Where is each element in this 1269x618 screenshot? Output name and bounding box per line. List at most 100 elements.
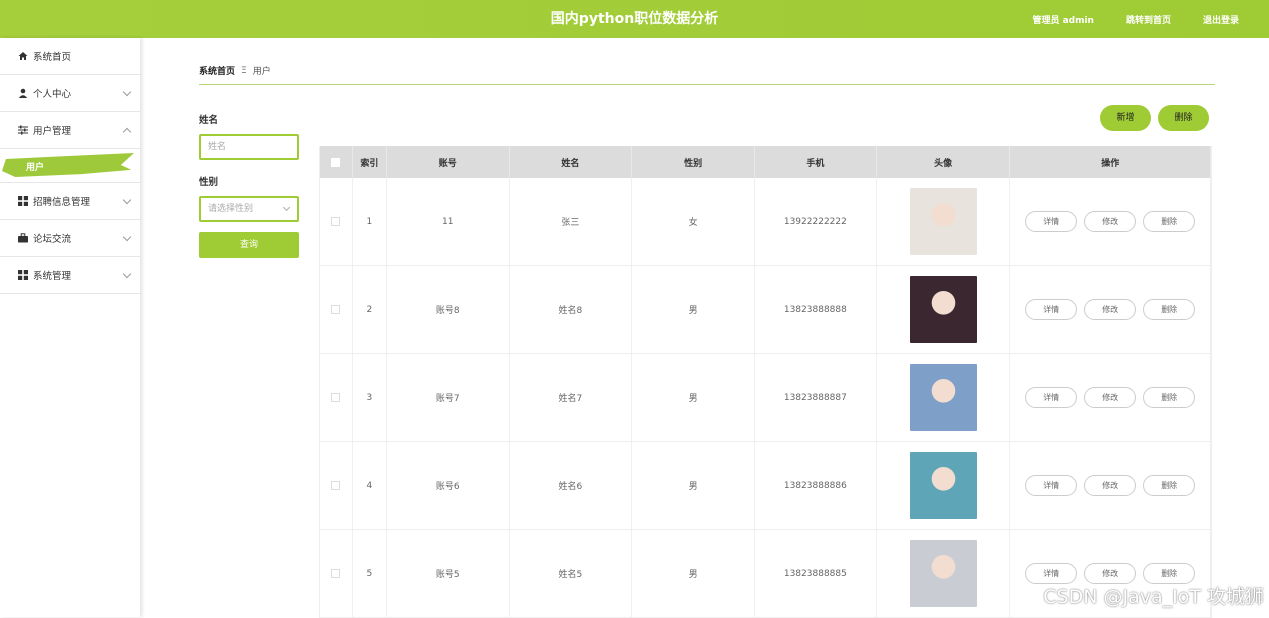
top-header: 国内python职位数据分析 管理员 admin 跳转到首页 退出登录 <box>0 0 1269 38</box>
goto-frontend-link[interactable]: 跳转到首页 <box>1126 13 1171 26</box>
sidebar-item-user-management[interactable]: 用户管理 <box>0 112 140 149</box>
sidebar-subitem-users[interactable]: 用户 <box>0 149 140 183</box>
cell-account: 账号6 <box>387 442 510 529</box>
row-checkbox[interactable] <box>331 305 340 314</box>
avatar <box>910 364 977 431</box>
chevron-up-icon <box>123 128 131 136</box>
name-label: 姓名 <box>199 112 299 126</box>
sidebar-item-label: 论坛交流 <box>33 231 71 245</box>
sidebar-item-label: 系统管理 <box>33 268 71 282</box>
detail-button[interactable]: 详情 <box>1025 475 1077 496</box>
row-checkbox[interactable] <box>331 569 340 578</box>
detail-button[interactable]: 详情 <box>1025 211 1077 232</box>
column-header: 操作 <box>1010 146 1211 178</box>
cell-gender: 男 <box>632 354 755 441</box>
cell-index: 4 <box>353 442 387 529</box>
select-all-cell <box>320 146 353 178</box>
active-highlight <box>2 153 134 177</box>
table-row: 1 11 张三 女 13922222222 详情 修改 删除 <box>320 178 1211 266</box>
cell-name: 姓名6 <box>510 442 633 529</box>
cell-account: 账号7 <box>387 354 510 441</box>
row-checkbox[interactable] <box>331 393 340 402</box>
cell-index: 3 <box>353 354 387 441</box>
table-header: 索引 账号 姓名 性别 手机 头像 操作 <box>320 146 1211 178</box>
cell-index: 2 <box>353 266 387 353</box>
cell-phone: 13823888886 <box>755 442 877 529</box>
query-button[interactable]: 查询 <box>199 232 299 258</box>
edit-button[interactable]: 修改 <box>1084 563 1136 584</box>
sidebar-item-label: 个人中心 <box>33 86 71 100</box>
header-actions: 管理员 admin 跳转到首页 退出登录 <box>1032 0 1239 38</box>
sidebar-subitem-label[interactable]: 用户 <box>26 160 44 173</box>
row-checkbox[interactable] <box>331 217 340 226</box>
watermark: CSDN @Java_IoT 攻城狮 <box>1043 582 1264 609</box>
table-row: 4 账号6 姓名6 男 13823888886 详情 修改 删除 <box>320 442 1211 530</box>
current-user: 管理员 admin <box>1032 13 1094 26</box>
gender-select[interactable]: 请选择性别 <box>199 196 299 222</box>
avatar <box>910 452 977 519</box>
cell-phone: 13823888888 <box>755 266 877 353</box>
user-icon <box>18 88 28 98</box>
cell-name: 姓名8 <box>510 266 633 353</box>
chevron-down-icon <box>123 88 131 96</box>
breadcrumb-separator: Ξ <box>241 66 247 76</box>
cell-name: 姓名7 <box>510 354 633 441</box>
row-delete-button[interactable]: 删除 <box>1143 475 1195 496</box>
home-icon <box>18 51 28 61</box>
column-header: 性别 <box>632 146 755 178</box>
avatar <box>910 188 977 255</box>
row-delete-button[interactable]: 删除 <box>1143 299 1195 320</box>
sidebar-item-label: 系统首页 <box>33 49 71 63</box>
cell-account: 11 <box>387 178 510 265</box>
sliders-icon <box>18 125 28 135</box>
add-button[interactable]: 新增 <box>1100 105 1151 131</box>
cell-account: 账号5 <box>387 530 510 617</box>
briefcase-icon <box>18 233 28 243</box>
table-row: 3 账号7 姓名7 男 13823888887 详情 修改 删除 <box>320 354 1211 442</box>
avatar <box>910 276 977 343</box>
cell-name: 张三 <box>510 178 633 265</box>
row-delete-button[interactable]: 删除 <box>1143 387 1195 408</box>
chevron-down-icon <box>123 233 131 241</box>
detail-button[interactable]: 详情 <box>1025 563 1077 584</box>
name-input[interactable]: 姓名 <box>199 134 299 160</box>
sidebar-item-personal-center[interactable]: 个人中心 <box>0 75 140 112</box>
cell-name: 姓名5 <box>510 530 633 617</box>
logout-link[interactable]: 退出登录 <box>1203 13 1239 26</box>
column-header: 手机 <box>755 146 877 178</box>
gender-select-placeholder: 请选择性别 <box>208 204 253 214</box>
column-header: 索引 <box>353 146 387 178</box>
cell-gender: 男 <box>632 266 755 353</box>
table-actions: 新增 删除 <box>1100 105 1209 131</box>
avatar <box>910 540 977 607</box>
sidebar-item-system[interactable]: 系统管理 <box>0 257 140 294</box>
column-header: 头像 <box>877 146 1011 178</box>
row-delete-button[interactable]: 删除 <box>1143 563 1195 584</box>
grid-icon <box>18 196 28 206</box>
edit-button[interactable]: 修改 <box>1084 299 1136 320</box>
breadcrumb-home[interactable]: 系统首页 <box>199 64 235 77</box>
users-table: 索引 账号 姓名 性别 手机 头像 操作 1 11 张三 女 139222222… <box>319 146 1212 618</box>
sidebar: 系统首页 个人中心 用户管理 用户 招聘信息管理 论坛交流 <box>0 38 140 617</box>
select-all-checkbox[interactable] <box>331 158 340 167</box>
chevron-down-icon <box>283 204 290 211</box>
detail-button[interactable]: 详情 <box>1025 299 1077 320</box>
edit-button[interactable]: 修改 <box>1084 475 1136 496</box>
cell-index: 5 <box>353 530 387 617</box>
edit-button[interactable]: 修改 <box>1084 387 1136 408</box>
row-delete-button[interactable]: 删除 <box>1143 211 1195 232</box>
chevron-down-icon <box>123 196 131 204</box>
cell-gender: 男 <box>632 442 755 529</box>
chevron-down-icon <box>123 270 131 278</box>
breadcrumb-current: 用户 <box>253 64 271 77</box>
sidebar-item-home[interactable]: 系统首页 <box>0 38 140 75</box>
detail-button[interactable]: 详情 <box>1025 387 1077 408</box>
row-checkbox[interactable] <box>331 481 340 490</box>
edit-button[interactable]: 修改 <box>1084 211 1136 232</box>
sidebar-item-label: 用户管理 <box>33 123 71 137</box>
breadcrumb-divider <box>199 84 1215 85</box>
cell-index: 1 <box>353 178 387 265</box>
delete-button[interactable]: 删除 <box>1158 105 1209 131</box>
sidebar-item-forum[interactable]: 论坛交流 <box>0 220 140 257</box>
sidebar-item-job-info[interactable]: 招聘信息管理 <box>0 183 140 220</box>
